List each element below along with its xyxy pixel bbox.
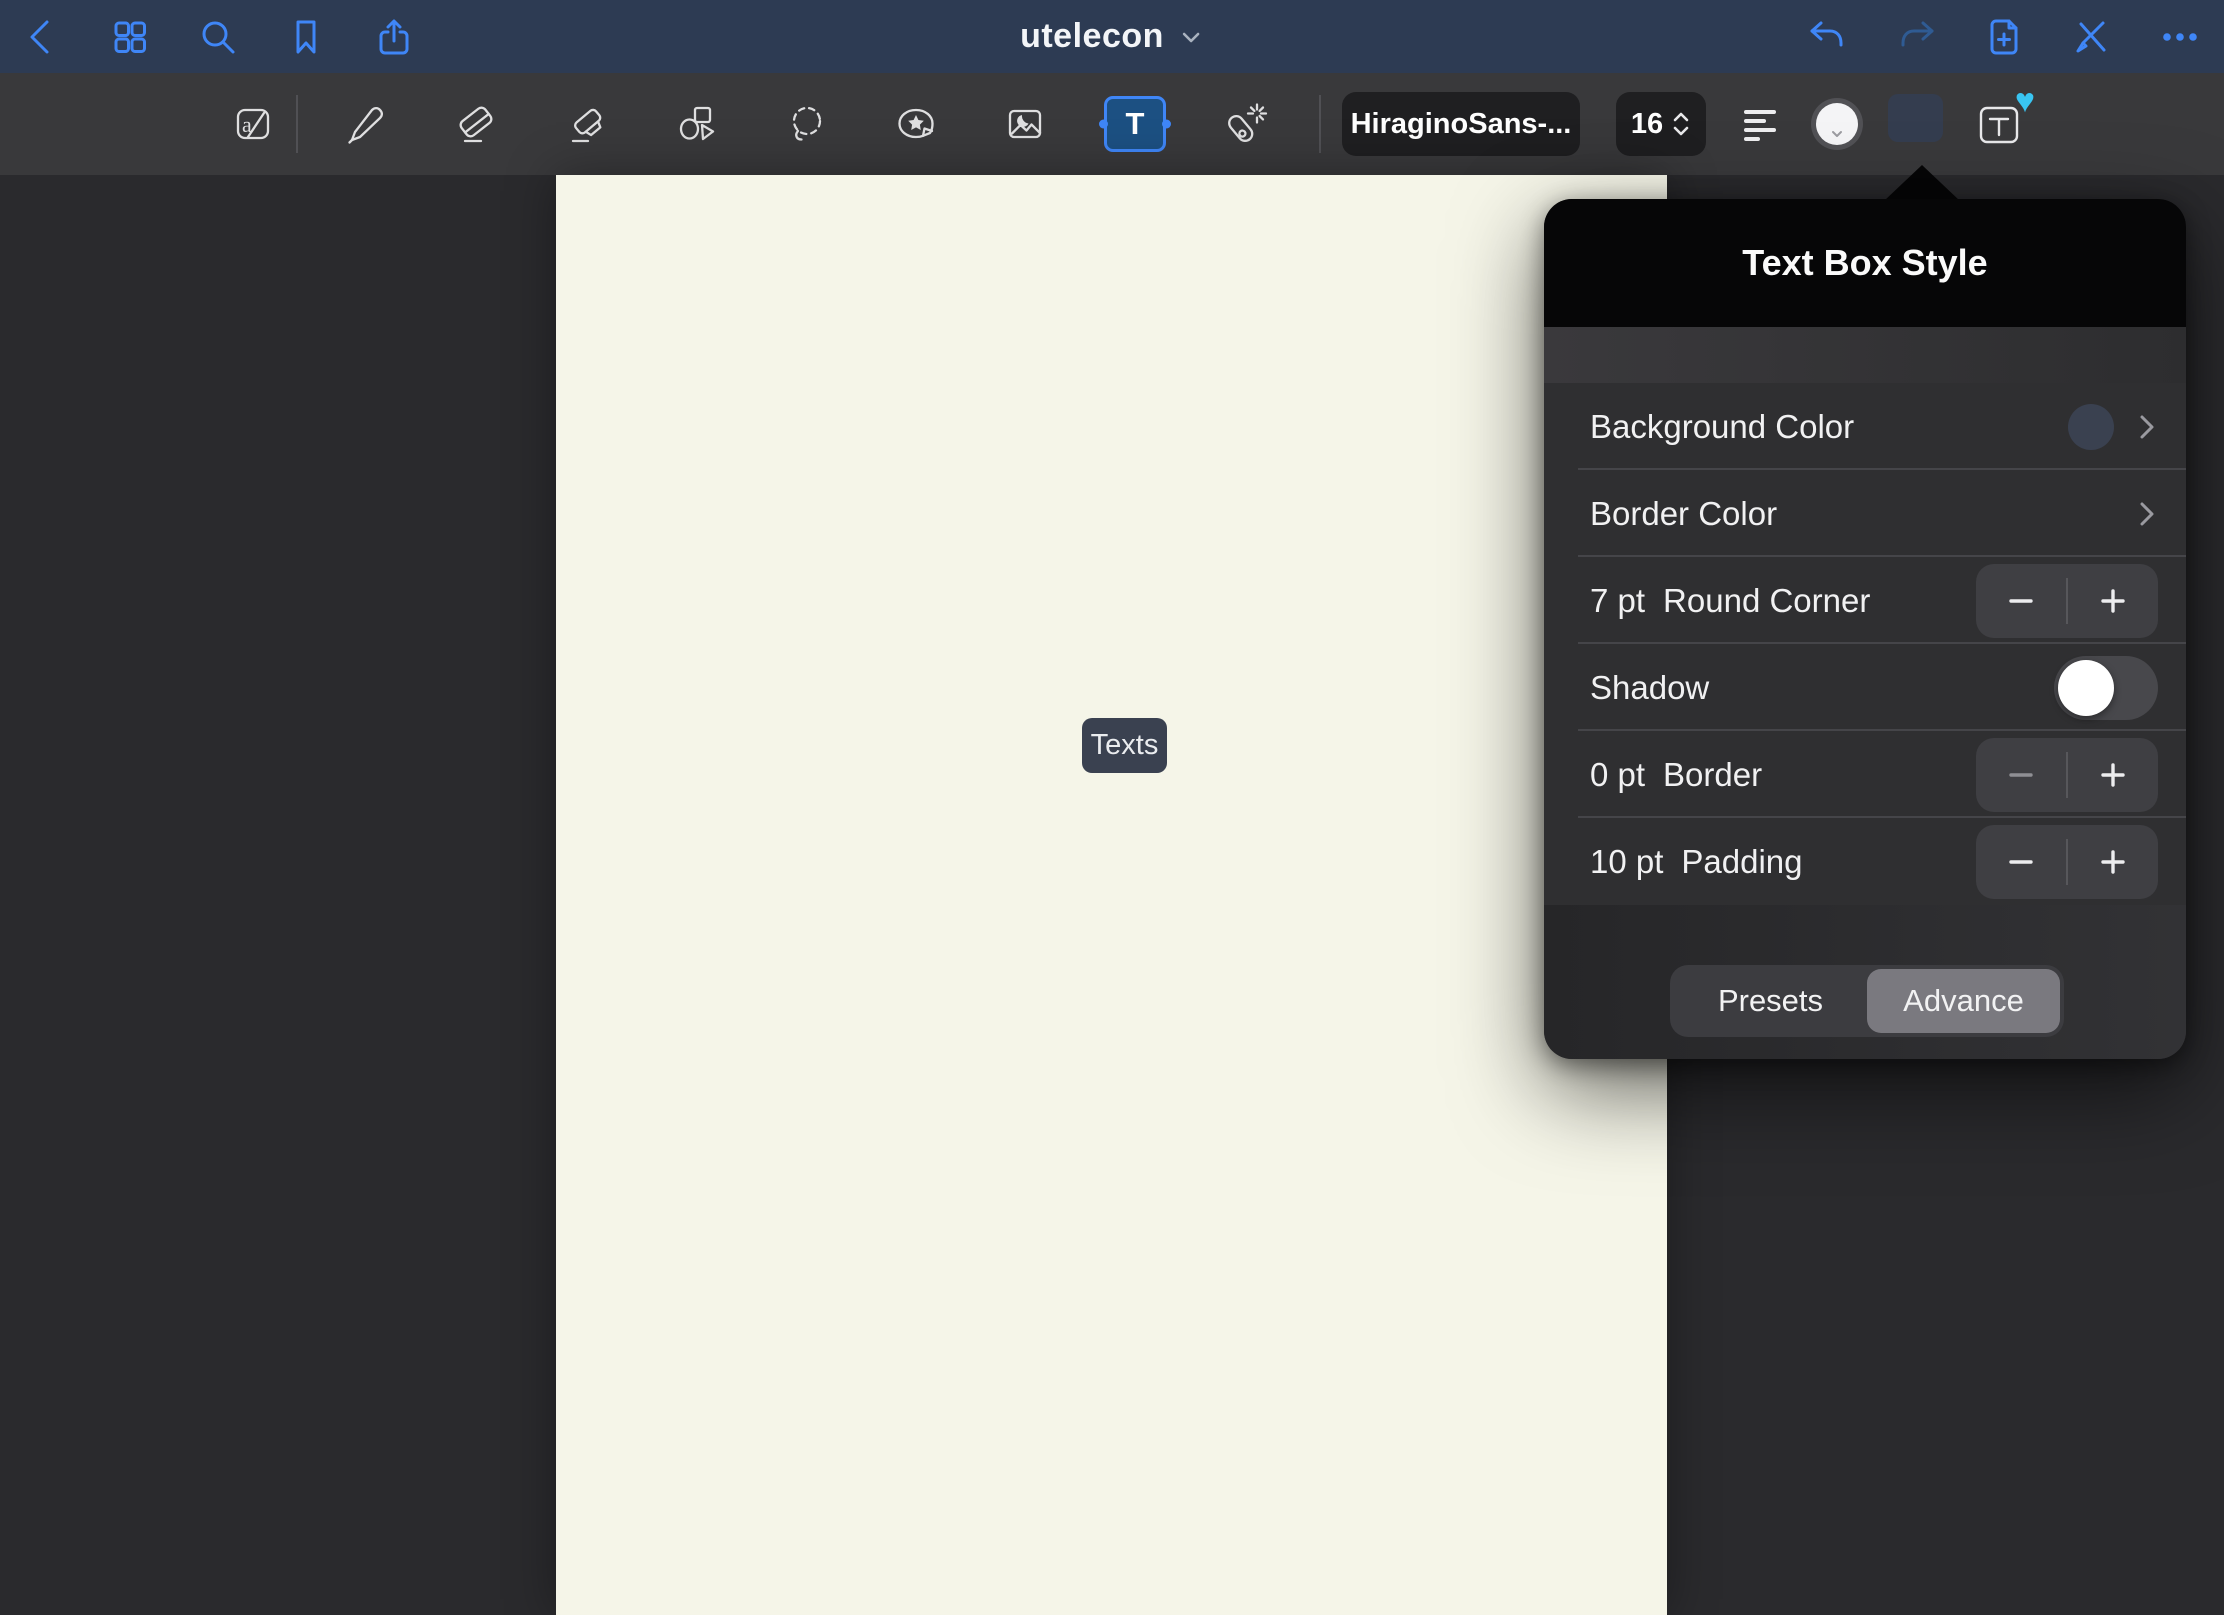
- image-icon[interactable]: [1003, 102, 1047, 146]
- text-tool-icon[interactable]: T: [1104, 96, 1166, 152]
- font-size-stepper[interactable]: 16: [1616, 92, 1706, 156]
- topbar-right-group: [1806, 0, 2202, 73]
- padding-label: Padding: [1681, 843, 1802, 881]
- document-title-menu[interactable]: utelecon: [1020, 0, 1204, 73]
- text-box-content: Texts: [1091, 729, 1159, 762]
- more-options-button[interactable]: [2158, 15, 2202, 59]
- topbar-left-group: [20, 0, 416, 73]
- pen-cross-button[interactable]: [2070, 15, 2114, 59]
- eraser-icon[interactable]: [454, 102, 498, 146]
- round-corner-stepper: [1976, 564, 2158, 638]
- font-size-value: 16: [1631, 108, 1663, 141]
- thumbnails-grid-button[interactable]: [108, 15, 152, 59]
- text-tool-glyph: T: [1126, 106, 1145, 142]
- font-name-label: HiraginoSans-...: [1351, 108, 1572, 141]
- color-picker-icon[interactable]: [1811, 98, 1863, 150]
- text-box-object[interactable]: Texts: [1082, 718, 1167, 773]
- round-corner-decrease-button[interactable]: [1976, 564, 2066, 638]
- page-title: utelecon: [1020, 17, 1164, 56]
- presets-advance-segmented-control: Presets Advance: [1670, 965, 2064, 1037]
- align-left-icon[interactable]: [1740, 102, 1784, 146]
- padding-decrease-button[interactable]: [1976, 825, 2066, 899]
- undo-button[interactable]: [1806, 15, 1850, 59]
- popover-title: Text Box Style: [1544, 199, 2186, 327]
- font-family-selector[interactable]: HiraginoSans-...: [1342, 92, 1580, 156]
- search-button[interactable]: [196, 15, 240, 59]
- document-page[interactable]: [556, 175, 1667, 1615]
- shadow-toggle-off[interactable]: [2054, 656, 2158, 720]
- padding-increase-button[interactable]: [2068, 825, 2158, 899]
- style-settings-list: Background Color Border Color 7 pt Round…: [1544, 383, 2186, 905]
- chevron-right-icon: [2136, 499, 2158, 529]
- advance-tab[interactable]: Advance: [1867, 969, 2060, 1033]
- round-corner-increase-button[interactable]: [2068, 564, 2158, 638]
- editing-toolbar: a: [0, 73, 2224, 175]
- row-border-width: 0 pt Border: [1544, 731, 2186, 818]
- row-border-color[interactable]: Border Color: [1544, 470, 2186, 557]
- highlighter-icon[interactable]: [566, 102, 610, 146]
- background-color-label: Background Color: [1590, 408, 1854, 446]
- border-width-increase-button[interactable]: [2068, 738, 2158, 812]
- border-width-decrease-button[interactable]: [1976, 738, 2066, 812]
- border-width-value: 0 pt: [1590, 756, 1645, 794]
- heart-badge-icon: ♥: [2015, 84, 2035, 118]
- app-screen: utelecon: [0, 0, 2224, 1615]
- padding-stepper: [1976, 825, 2158, 899]
- toggle-knob: [2058, 660, 2114, 716]
- background-color-swatch[interactable]: [1888, 94, 1943, 142]
- top-navigation-bar: utelecon: [0, 0, 2224, 73]
- toolbar-separator: [1319, 95, 1321, 153]
- round-corner-value: 7 pt: [1590, 582, 1645, 620]
- share-button[interactable]: [372, 15, 416, 59]
- toolbar-separator: [296, 95, 298, 153]
- border-width-label: Border: [1663, 756, 1762, 794]
- presets-tab[interactable]: Presets: [1674, 969, 1867, 1033]
- redo-button[interactable]: [1894, 15, 1938, 59]
- row-padding: 10 pt Padding: [1544, 818, 2186, 905]
- padding-value: 10 pt: [1590, 843, 1663, 881]
- shadow-label: Shadow: [1590, 669, 1709, 707]
- lasso-icon[interactable]: [785, 102, 829, 146]
- row-shadow: Shadow: [1544, 644, 2186, 731]
- chevron-right-icon: [2136, 412, 2158, 442]
- popover-arrow: [1884, 165, 1960, 201]
- shapes-icon[interactable]: [676, 102, 720, 146]
- stepper-chevrons-icon: [1671, 108, 1691, 140]
- textbox-style-icon[interactable]: ♥: [1975, 100, 2023, 148]
- border-color-label: Border Color: [1590, 495, 1777, 533]
- svg-text:a: a: [242, 112, 252, 137]
- laser-pointer-icon[interactable]: [1224, 102, 1268, 146]
- pen-icon[interactable]: [344, 102, 388, 146]
- round-corner-label: Round Corner: [1663, 582, 1870, 620]
- read-mode-icon[interactable]: a: [231, 102, 275, 146]
- popover-preview-area: [1544, 327, 2186, 383]
- add-page-button[interactable]: [1982, 15, 2026, 59]
- border-width-stepper: [1976, 738, 2158, 812]
- bookmark-button[interactable]: [284, 15, 328, 59]
- sticker-icon[interactable]: [894, 102, 938, 146]
- popover-footer: Presets Advance: [1544, 905, 2186, 1059]
- row-background-color[interactable]: Background Color: [1544, 383, 2186, 470]
- background-color-value-swatch: [2068, 404, 2114, 450]
- back-button[interactable]: [20, 15, 64, 59]
- current-color-white: [1816, 103, 1858, 145]
- text-box-style-popover: Text Box Style Background Color Border C…: [1544, 199, 2186, 1059]
- chevron-down-icon: [1178, 24, 1204, 50]
- row-round-corner: 7 pt Round Corner: [1544, 557, 2186, 644]
